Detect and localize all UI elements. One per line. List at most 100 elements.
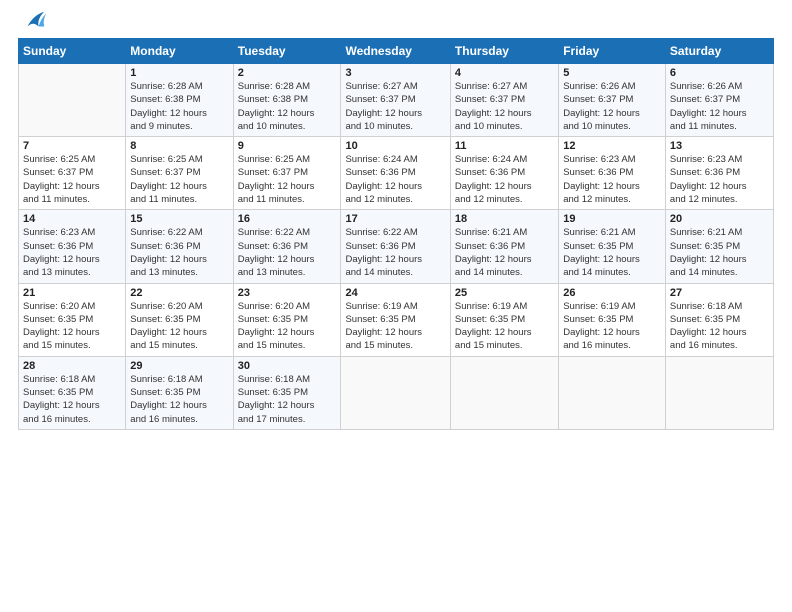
day-info: Sunrise: 6:24 AM Sunset: 6:36 PM Dayligh… [345,153,445,206]
day-info: Sunrise: 6:23 AM Sunset: 6:36 PM Dayligh… [670,153,769,206]
day-number: 17 [345,213,445,225]
calendar-cell: 30Sunrise: 6:18 AM Sunset: 6:35 PM Dayli… [233,356,341,429]
day-number: 23 [238,287,337,299]
calendar-cell: 7Sunrise: 6:25 AM Sunset: 6:37 PM Daylig… [19,137,126,210]
calendar-cell: 5Sunrise: 6:26 AM Sunset: 6:37 PM Daylig… [559,64,666,137]
calendar-cell: 3Sunrise: 6:27 AM Sunset: 6:37 PM Daylig… [341,64,450,137]
day-number: 29 [130,360,228,372]
day-info: Sunrise: 6:23 AM Sunset: 6:36 PM Dayligh… [23,226,121,279]
day-number: 12 [563,140,661,152]
calendar-cell: 15Sunrise: 6:22 AM Sunset: 6:36 PM Dayli… [126,210,233,283]
logo [18,10,48,34]
weekday-header-sunday: Sunday [19,39,126,64]
day-number: 2 [238,67,337,79]
day-number: 13 [670,140,769,152]
day-info: Sunrise: 6:28 AM Sunset: 6:38 PM Dayligh… [130,80,228,133]
day-number: 3 [345,67,445,79]
weekday-header-thursday: Thursday [450,39,558,64]
day-info: Sunrise: 6:19 AM Sunset: 6:35 PM Dayligh… [563,300,661,353]
day-info: Sunrise: 6:21 AM Sunset: 6:36 PM Dayligh… [455,226,554,279]
calendar-cell: 16Sunrise: 6:22 AM Sunset: 6:36 PM Dayli… [233,210,341,283]
day-number: 24 [345,287,445,299]
weekday-header-wednesday: Wednesday [341,39,450,64]
calendar-cell [19,64,126,137]
day-number: 5 [563,67,661,79]
day-number: 15 [130,213,228,225]
day-number: 20 [670,213,769,225]
calendar-cell: 6Sunrise: 6:26 AM Sunset: 6:37 PM Daylig… [665,64,773,137]
week-row-5: 28Sunrise: 6:18 AM Sunset: 6:35 PM Dayli… [19,356,774,429]
calendar-cell: 20Sunrise: 6:21 AM Sunset: 6:35 PM Dayli… [665,210,773,283]
day-info: Sunrise: 6:19 AM Sunset: 6:35 PM Dayligh… [455,300,554,353]
calendar-cell: 27Sunrise: 6:18 AM Sunset: 6:35 PM Dayli… [665,283,773,356]
day-info: Sunrise: 6:22 AM Sunset: 6:36 PM Dayligh… [345,226,445,279]
day-number: 18 [455,213,554,225]
calendar-cell: 10Sunrise: 6:24 AM Sunset: 6:36 PM Dayli… [341,137,450,210]
calendar-cell: 11Sunrise: 6:24 AM Sunset: 6:36 PM Dayli… [450,137,558,210]
day-number: 10 [345,140,445,152]
calendar-cell: 25Sunrise: 6:19 AM Sunset: 6:35 PM Dayli… [450,283,558,356]
day-number: 26 [563,287,661,299]
day-number: 16 [238,213,337,225]
day-number: 7 [23,140,121,152]
day-number: 25 [455,287,554,299]
day-info: Sunrise: 6:20 AM Sunset: 6:35 PM Dayligh… [130,300,228,353]
weekday-header-row: SundayMondayTuesdayWednesdayThursdayFrid… [19,39,774,64]
week-row-3: 14Sunrise: 6:23 AM Sunset: 6:36 PM Dayli… [19,210,774,283]
day-info: Sunrise: 6:22 AM Sunset: 6:36 PM Dayligh… [130,226,228,279]
day-info: Sunrise: 6:20 AM Sunset: 6:35 PM Dayligh… [238,300,337,353]
day-info: Sunrise: 6:28 AM Sunset: 6:38 PM Dayligh… [238,80,337,133]
calendar-cell [450,356,558,429]
calendar-cell: 13Sunrise: 6:23 AM Sunset: 6:36 PM Dayli… [665,137,773,210]
day-info: Sunrise: 6:18 AM Sunset: 6:35 PM Dayligh… [130,373,228,426]
day-info: Sunrise: 6:25 AM Sunset: 6:37 PM Dayligh… [130,153,228,206]
weekday-header-friday: Friday [559,39,666,64]
day-number: 22 [130,287,228,299]
day-number: 19 [563,213,661,225]
calendar-cell: 21Sunrise: 6:20 AM Sunset: 6:35 PM Dayli… [19,283,126,356]
day-number: 6 [670,67,769,79]
calendar-cell: 9Sunrise: 6:25 AM Sunset: 6:37 PM Daylig… [233,137,341,210]
calendar-cell: 2Sunrise: 6:28 AM Sunset: 6:38 PM Daylig… [233,64,341,137]
calendar-cell: 28Sunrise: 6:18 AM Sunset: 6:35 PM Dayli… [19,356,126,429]
calendar-cell: 17Sunrise: 6:22 AM Sunset: 6:36 PM Dayli… [341,210,450,283]
day-info: Sunrise: 6:26 AM Sunset: 6:37 PM Dayligh… [563,80,661,133]
weekday-header-monday: Monday [126,39,233,64]
calendar-cell: 12Sunrise: 6:23 AM Sunset: 6:36 PM Dayli… [559,137,666,210]
day-number: 4 [455,67,554,79]
day-number: 28 [23,360,121,372]
day-info: Sunrise: 6:23 AM Sunset: 6:36 PM Dayligh… [563,153,661,206]
calendar-cell: 23Sunrise: 6:20 AM Sunset: 6:35 PM Dayli… [233,283,341,356]
day-info: Sunrise: 6:21 AM Sunset: 6:35 PM Dayligh… [670,226,769,279]
day-info: Sunrise: 6:25 AM Sunset: 6:37 PM Dayligh… [238,153,337,206]
day-info: Sunrise: 6:25 AM Sunset: 6:37 PM Dayligh… [23,153,121,206]
calendar-cell: 19Sunrise: 6:21 AM Sunset: 6:35 PM Dayli… [559,210,666,283]
weekday-header-tuesday: Tuesday [233,39,341,64]
day-info: Sunrise: 6:27 AM Sunset: 6:37 PM Dayligh… [345,80,445,133]
day-number: 27 [670,287,769,299]
day-info: Sunrise: 6:20 AM Sunset: 6:35 PM Dayligh… [23,300,121,353]
day-number: 8 [130,140,228,152]
day-number: 21 [23,287,121,299]
header [18,10,774,34]
calendar-cell [559,356,666,429]
day-info: Sunrise: 6:18 AM Sunset: 6:35 PM Dayligh… [23,373,121,426]
day-number: 11 [455,140,554,152]
day-info: Sunrise: 6:18 AM Sunset: 6:35 PM Dayligh… [238,373,337,426]
day-number: 9 [238,140,337,152]
week-row-2: 7Sunrise: 6:25 AM Sunset: 6:37 PM Daylig… [19,137,774,210]
calendar-cell: 8Sunrise: 6:25 AM Sunset: 6:37 PM Daylig… [126,137,233,210]
day-info: Sunrise: 6:21 AM Sunset: 6:35 PM Dayligh… [563,226,661,279]
calendar-cell: 26Sunrise: 6:19 AM Sunset: 6:35 PM Dayli… [559,283,666,356]
calendar-cell [341,356,450,429]
day-info: Sunrise: 6:26 AM Sunset: 6:37 PM Dayligh… [670,80,769,133]
weekday-header-saturday: Saturday [665,39,773,64]
day-info: Sunrise: 6:19 AM Sunset: 6:35 PM Dayligh… [345,300,445,353]
calendar-cell: 24Sunrise: 6:19 AM Sunset: 6:35 PM Dayli… [341,283,450,356]
logo-bird-icon [20,6,48,34]
calendar-cell: 29Sunrise: 6:18 AM Sunset: 6:35 PM Dayli… [126,356,233,429]
day-info: Sunrise: 6:27 AM Sunset: 6:37 PM Dayligh… [455,80,554,133]
day-info: Sunrise: 6:24 AM Sunset: 6:36 PM Dayligh… [455,153,554,206]
day-info: Sunrise: 6:18 AM Sunset: 6:35 PM Dayligh… [670,300,769,353]
calendar-cell: 18Sunrise: 6:21 AM Sunset: 6:36 PM Dayli… [450,210,558,283]
